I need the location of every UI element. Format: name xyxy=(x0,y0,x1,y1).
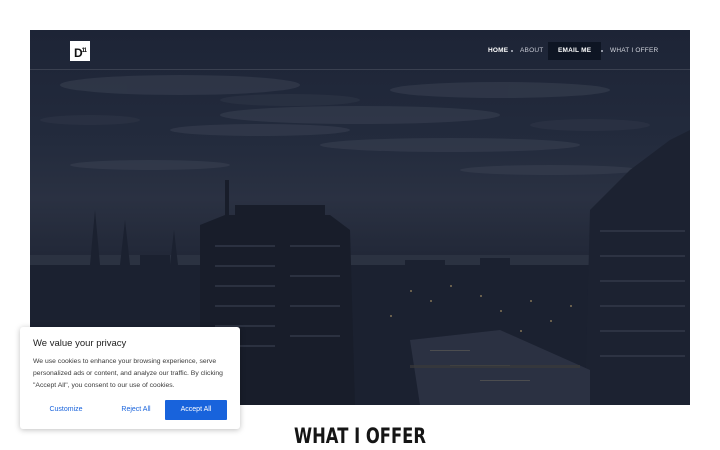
nav-separator-dot xyxy=(511,50,513,52)
nav-separator-dot xyxy=(601,50,603,52)
nav-home[interactable]: HOME xyxy=(488,42,508,60)
cookie-banner-title: We value your privacy xyxy=(33,338,127,349)
cookie-consent-banner: We value your privacy We use cookies to … xyxy=(20,327,240,429)
top-navigation-bar: D11 HOME ABOUT EMAIL ME WHAT I OFFER xyxy=(30,30,690,70)
accept-all-button[interactable]: Accept All xyxy=(165,400,227,420)
main-nav: HOME ABOUT EMAIL ME WHAT I OFFER xyxy=(30,42,690,60)
customize-button[interactable]: Customize xyxy=(35,400,97,420)
nav-about[interactable]: ABOUT xyxy=(520,42,543,60)
reject-all-button[interactable]: Reject All xyxy=(105,400,167,420)
nav-what-i-offer[interactable]: WHAT I OFFER xyxy=(610,42,658,60)
nav-email-me[interactable]: EMAIL ME xyxy=(548,42,602,60)
cookie-banner-text: We use cookies to enhance your browsing … xyxy=(33,358,223,389)
section-title: WHAT I OFFER xyxy=(294,424,426,448)
